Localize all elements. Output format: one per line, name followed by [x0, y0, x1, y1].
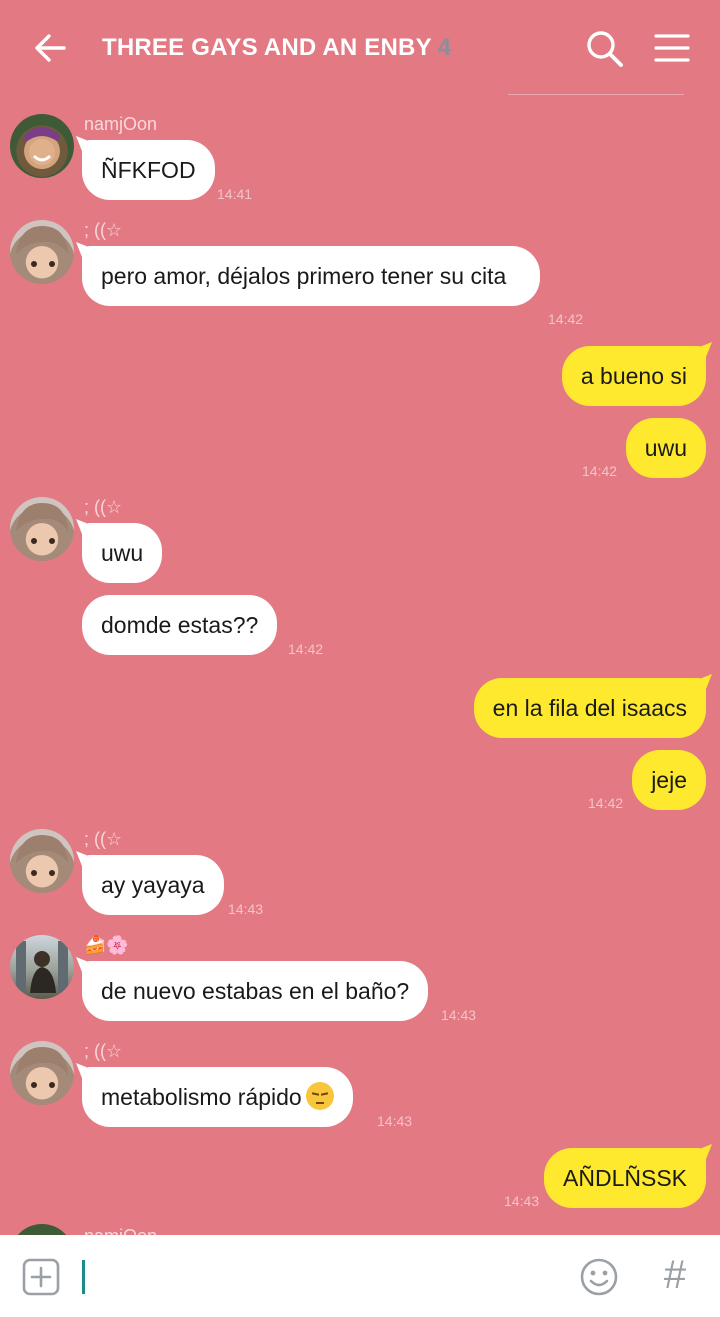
message-time: 14:41 — [217, 186, 253, 202]
avatar[interactable] — [10, 220, 74, 284]
pensive-face-icon — [305, 1082, 334, 1110]
add-attachment-button[interactable] — [22, 1258, 60, 1301]
avatar[interactable] — [10, 114, 74, 178]
avatar-image — [16, 835, 68, 876]
message-bubble[interactable]: a bueno si — [561, 346, 706, 406]
avatar-image — [16, 941, 68, 993]
sender-name: ; ((☆ — [84, 829, 123, 849]
avatar-image — [10, 1224, 74, 1235]
avatar[interactable] — [10, 1041, 74, 1105]
avatar[interactable] — [10, 829, 74, 893]
message-bubble[interactable]: en la fila del isaacs — [473, 678, 706, 738]
message-bubble[interactable]: jeje — [632, 750, 706, 810]
message-time: 14:42 — [288, 641, 324, 657]
sender-name: ; ((☆ — [84, 220, 123, 240]
chat-title-text: THREE GAYS AND AN ENBY — [102, 34, 432, 61]
smiley-icon — [580, 1258, 618, 1296]
avatar-image — [16, 226, 68, 267]
sender-name: namjOon — [84, 1226, 157, 1235]
message-time: 14:42 — [582, 463, 618, 479]
message-bubble[interactable]: uwu — [625, 418, 706, 478]
avatar-image — [24, 127, 60, 165]
message-bubble[interactable]: de nuevo estabas en el baño? — [82, 961, 429, 1021]
sender-name: ; ((☆ — [84, 1041, 123, 1061]
message-time: 14:43 — [228, 901, 264, 917]
message-input[interactable] — [80, 1258, 540, 1294]
search-icon — [587, 31, 623, 67]
message-time: 14:43 — [504, 1193, 540, 1209]
message-bubble[interactable]: pero amor, déjalos primero tener su cita — [82, 246, 540, 306]
message-time: 14:43 — [441, 1007, 477, 1023]
hamburger-menu-icon — [654, 34, 690, 62]
chat-header: THREE GAYS AND AN ENBY 4 — [0, 0, 720, 96]
message-input-bar: # — [0, 1235, 720, 1317]
sender-name: namjOon — [84, 114, 158, 134]
header-divider — [508, 94, 684, 95]
message-time: 14:42 — [588, 795, 624, 811]
sticker-button[interactable] — [579, 1257, 619, 1297]
avatar-image — [16, 1047, 68, 1088]
message-bubble[interactable]: AÑDLÑSSK — [544, 1148, 706, 1208]
message-bubble[interactable]: uwu — [82, 523, 163, 583]
message-time: 14:42 — [548, 311, 584, 327]
message-bubble[interactable]: ÑFKFOD — [82, 140, 215, 200]
message-bubble[interactable]: ay yayaya — [82, 855, 224, 915]
message-bubble[interactable]: domde estas?? — [82, 595, 278, 655]
avatar-image — [16, 503, 68, 544]
text-caret — [82, 1260, 85, 1294]
plus-square-icon — [22, 1258, 60, 1296]
chat-title[interactable]: THREE GAYS AND AN ENBY 4 — [102, 34, 451, 62]
arrow-left-icon — [35, 34, 66, 62]
message-list[interactable]: namjOon ÑFKFOD 14:41 ; ((☆ pero amor, dé… — [0, 96, 720, 1235]
search-button[interactable] — [584, 28, 626, 70]
message-time: 14:43 — [377, 1113, 413, 1129]
avatar[interactable] — [10, 935, 74, 999]
menu-button[interactable] — [652, 30, 692, 66]
sender-name: 🍰🌸 — [84, 935, 129, 955]
sender-name: ; ((☆ — [84, 497, 123, 517]
hashtag-button[interactable]: # — [658, 1253, 692, 1297]
back-button[interactable] — [30, 28, 70, 68]
member-count: 4 — [437, 34, 452, 61]
message-text: metabolismo rápido — [101, 1084, 302, 1110]
avatar[interactable] — [10, 1224, 74, 1235]
avatar[interactable] — [10, 497, 74, 561]
message-bubble[interactable]: metabolismo rápido — [82, 1067, 353, 1127]
